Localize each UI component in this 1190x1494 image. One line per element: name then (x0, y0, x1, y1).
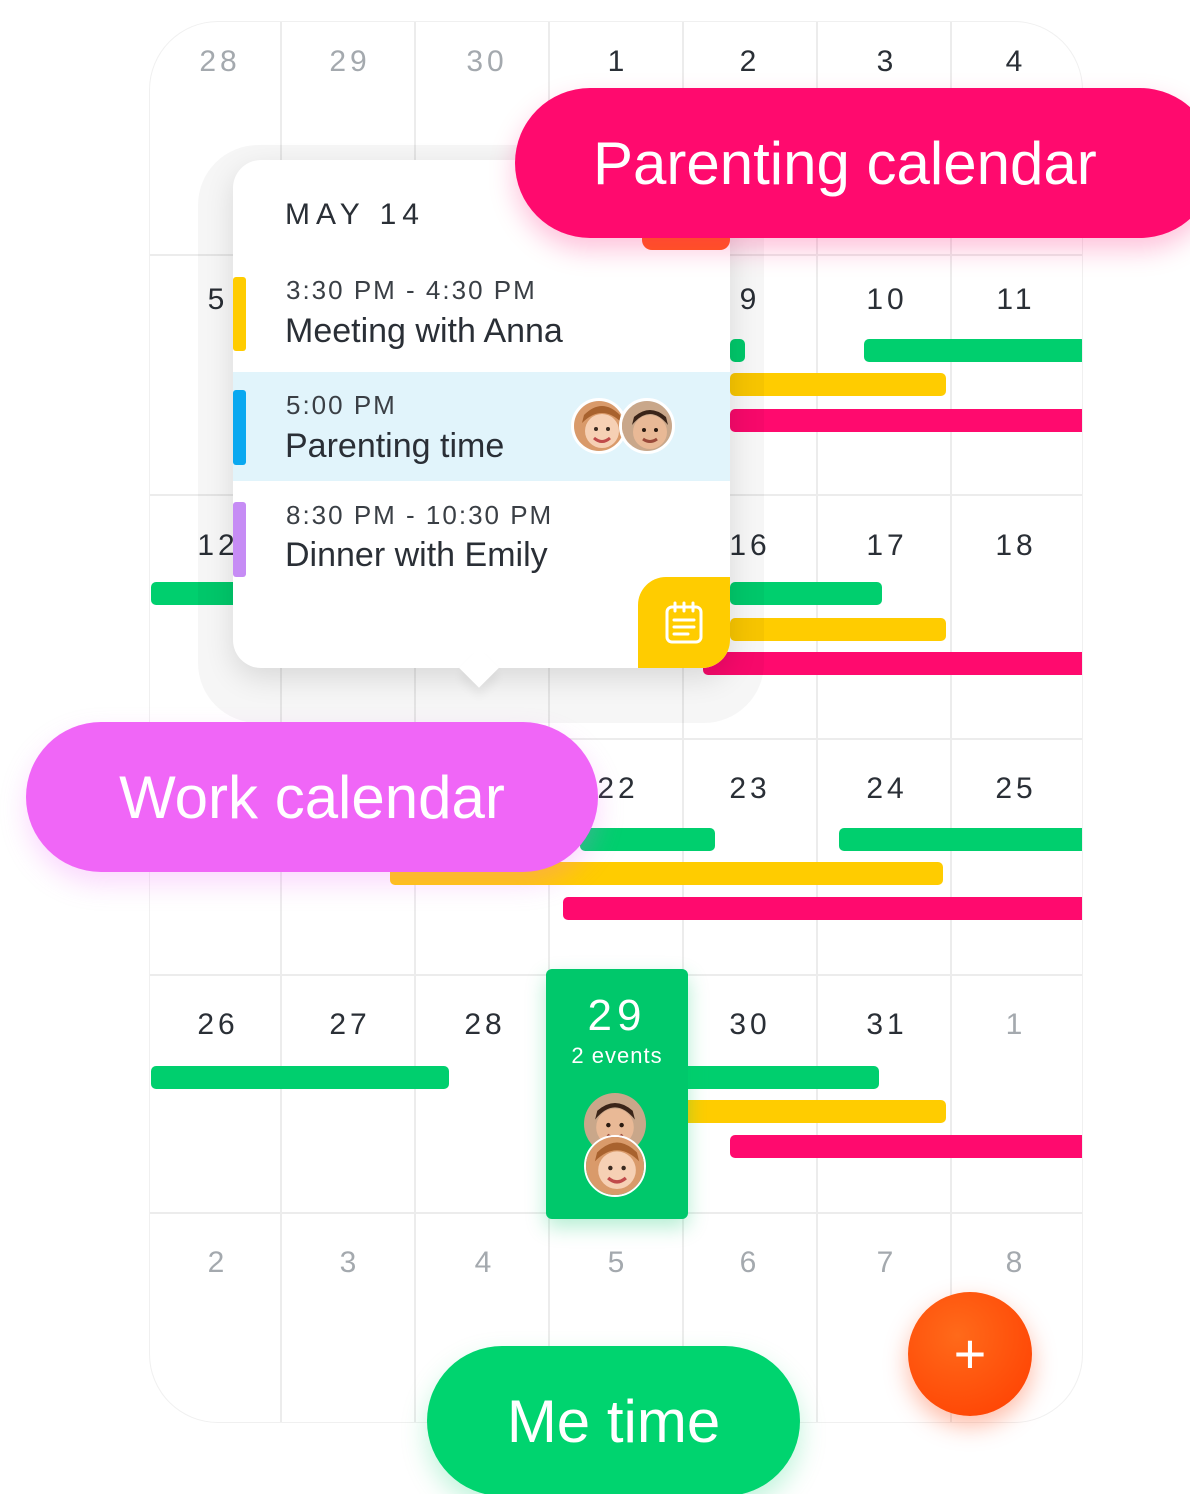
event-bar[interactable] (730, 1135, 1082, 1158)
selected-day-cell[interactable]: 29 2 events (546, 969, 688, 1219)
day-cell[interactable]: 25 (966, 774, 1066, 804)
day-cell[interactable]: 23 (700, 774, 800, 804)
plus-icon: + (953, 1322, 987, 1385)
notes-button[interactable] (638, 577, 730, 668)
day-cell[interactable]: 1 (568, 47, 668, 77)
selected-day-number: 29 (587, 991, 647, 1040)
day-cell[interactable]: 4 (966, 47, 1066, 77)
notepad-icon (665, 601, 703, 643)
event-title: Dinner with Emily (285, 536, 548, 574)
event-title: Meeting with Anna (285, 312, 563, 350)
popover-date: MAY 14 (285, 198, 425, 231)
work-calendar-label[interactable]: Work calendar (26, 722, 598, 872)
day-cell[interactable]: 7 (837, 1248, 937, 1278)
day-cell[interactable]: 8 (966, 1248, 1066, 1278)
add-event-button[interactable]: + (908, 1292, 1032, 1416)
day-cell[interactable]: 29 (300, 47, 400, 77)
event-bar[interactable] (730, 409, 1082, 432)
day-cell[interactable]: 4 (435, 1248, 535, 1278)
day-cell[interactable]: 28 (170, 47, 270, 77)
event-bar[interactable] (864, 339, 1082, 362)
event-bar[interactable] (580, 828, 715, 851)
day-cell[interactable]: 1 (966, 1010, 1066, 1040)
day-cell[interactable]: 30 (700, 1010, 800, 1040)
event-title: Parenting time (285, 427, 505, 465)
selected-day-event-count: 2 events (571, 1043, 663, 1068)
event-color-marker (233, 277, 246, 351)
event-item[interactable]: 3:30 PM - 4:30 PM Meeting with Anna (233, 260, 730, 360)
event-bar[interactable] (151, 1066, 449, 1089)
day-cell[interactable]: 28 (435, 1010, 535, 1040)
event-bar[interactable] (670, 1100, 946, 1123)
day-cell[interactable]: 2 (168, 1248, 268, 1278)
day-cell[interactable]: 24 (837, 774, 937, 804)
day-cell[interactable]: 3 (300, 1248, 400, 1278)
event-item[interactable]: 5:00 PM Parenting time (233, 372, 730, 481)
event-time: 8:30 PM - 10:30 PM (286, 500, 554, 530)
child-avatar (584, 1135, 646, 1197)
day-cell[interactable]: 18 (966, 531, 1066, 561)
parenting-calendar-label[interactable]: Parenting calendar (515, 88, 1190, 238)
event-color-marker (233, 502, 246, 577)
day-cell[interactable]: 3 (837, 47, 937, 77)
event-time: 3:30 PM - 4:30 PM (286, 275, 537, 305)
day-cell[interactable]: 10 (837, 285, 937, 315)
day-cell[interactable]: 31 (837, 1010, 937, 1040)
me-time-label[interactable]: Me time (427, 1346, 800, 1494)
day-cell[interactable]: 5 (568, 1248, 668, 1278)
event-bar[interactable] (839, 828, 1082, 851)
event-color-marker (233, 390, 246, 465)
day-cell[interactable]: 11 (966, 285, 1066, 315)
event-bar[interactable] (563, 897, 1082, 920)
day-cell[interactable]: 6 (700, 1248, 800, 1278)
day-cell[interactable]: 27 (300, 1010, 400, 1040)
event-bar[interactable] (670, 1066, 879, 1089)
child-avatar (619, 398, 675, 454)
day-cell[interactable]: 26 (168, 1010, 268, 1040)
day-cell[interactable]: 30 (437, 47, 537, 77)
day-cell[interactable]: 17 (837, 531, 937, 561)
event-time: 5:00 PM (286, 390, 397, 420)
event-item[interactable]: 8:30 PM - 10:30 PM Dinner with Emily (233, 490, 730, 580)
app-stage: 28 29 30 1 2 3 4 5 9 10 11 12 16 17 18 2… (0, 0, 1190, 1494)
day-cell[interactable]: 2 (700, 47, 800, 77)
